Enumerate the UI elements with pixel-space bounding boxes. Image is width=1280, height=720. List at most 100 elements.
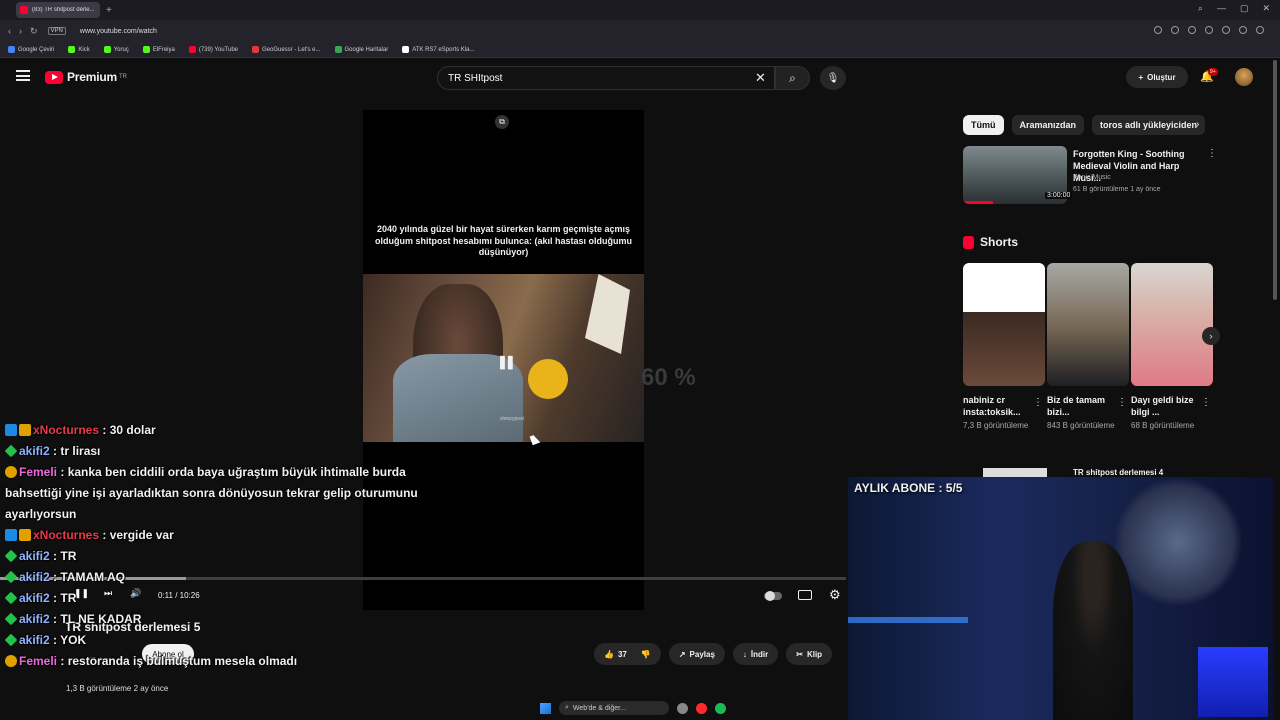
- bookmark-item[interactable]: ElFreiya: [142, 46, 175, 53]
- filter-chips: Tümü Aramanızdan toros adlı yükleyiciden: [963, 115, 1206, 135]
- pause-overlay-icon[interactable]: ❚❚: [497, 354, 516, 370]
- more-options-icon[interactable]: ⋮: [1207, 148, 1217, 159]
- window-controls: ⌕ — ▢ ✕: [1198, 3, 1270, 14]
- more-options-icon[interactable]: ⋮: [1033, 397, 1043, 408]
- bookmark-item[interactable]: ATK RS7 eSports Kla...: [402, 46, 474, 53]
- vpn-badge[interactable]: VPN: [47, 27, 66, 35]
- clip-button[interactable]: ✂ Klip: [786, 643, 833, 665]
- share-label: Paylaş: [689, 649, 715, 659]
- create-button[interactable]: + Oluştur: [1126, 66, 1188, 88]
- chat-badge-icon: [5, 655, 17, 667]
- settings-gear-icon[interactable]: ⚙: [829, 587, 841, 603]
- share-button[interactable]: ↗ Paylaş: [668, 643, 725, 665]
- close-window-icon[interactable]: ✕: [1262, 3, 1270, 14]
- shorts-next-icon[interactable]: ›: [1202, 327, 1220, 345]
- opera-browser-icon[interactable]: [696, 702, 707, 714]
- download-label: İndir: [750, 649, 769, 659]
- chat-username: akifi2: [19, 612, 50, 626]
- zoom-icon[interactable]: [1154, 26, 1162, 34]
- settings-app-icon[interactable]: [677, 702, 688, 714]
- filter-chip[interactable]: Aramanızdan: [1011, 115, 1085, 135]
- chat-text: TAMAM AQ: [60, 570, 126, 584]
- minimize-icon[interactable]: —: [1217, 3, 1226, 14]
- bookmark-item[interactable]: Google Çeviri: [8, 46, 54, 53]
- bookmark-favicon-icon: [68, 46, 76, 53]
- windows-start-icon[interactable]: [540, 702, 551, 714]
- scissors-icon: ✂: [796, 649, 803, 659]
- chat-username: Femeli: [19, 465, 58, 479]
- user-avatar[interactable]: [1235, 68, 1253, 86]
- chat-username: akifi2: [19, 444, 50, 458]
- chat-separator: :: [49, 549, 61, 563]
- download-icon[interactable]: [1239, 26, 1247, 34]
- download-button[interactable]: ↓ İndir: [732, 643, 779, 665]
- search-button[interactable]: ⌕: [775, 66, 810, 90]
- chat-username: xNocturnes: [33, 528, 100, 542]
- bookmark-favicon-icon: [334, 46, 342, 53]
- bookmark-item[interactable]: Yoruç: [103, 46, 129, 53]
- subtitles-icon[interactable]: [798, 590, 812, 600]
- chat-message: akifi2 : TL NE KADAR: [4, 609, 465, 630]
- bookmark-label: Yoruç: [113, 46, 129, 53]
- chips-next-icon[interactable]: ›: [1196, 119, 1199, 130]
- youtube-favicon-icon: [20, 6, 28, 14]
- chat-text: tr lirası: [60, 444, 101, 458]
- search-tabs-icon[interactable]: ⌕: [1198, 3, 1203, 14]
- short-item[interactable]: nabiniz cr insta:toksik... 7,3 B görüntül…: [963, 263, 1045, 432]
- heart-icon[interactable]: [1222, 26, 1230, 34]
- search-box: [437, 66, 775, 90]
- menu-icon[interactable]: [1256, 26, 1264, 34]
- share-arrow-icon: ↗: [678, 649, 686, 659]
- recommended-meta: 61 B görüntüleme 1 ay önce: [1073, 186, 1161, 193]
- spotify-icon[interactable]: [715, 702, 726, 714]
- short-item[interactable]: Dayı geldi bize bilgi ... 68 B görüntülem…: [1131, 263, 1213, 432]
- short-views: 68 B görüntüleme: [1131, 421, 1195, 430]
- chat-username: Femeli: [19, 654, 58, 668]
- bookmark-item[interactable]: GeoGuessr - Let's e...: [252, 46, 321, 53]
- bookmark-item[interactable]: Google Haritalar: [334, 46, 388, 53]
- short-thumbnail: [1131, 263, 1213, 386]
- voice-search-icon[interactable]: 🎙: [820, 66, 846, 90]
- bookmark-favicon-icon: [103, 46, 111, 53]
- shield-icon[interactable]: [1205, 26, 1213, 34]
- chat-text: TR: [60, 549, 77, 563]
- autoplay-toggle[interactable]: [764, 591, 782, 601]
- more-options-icon[interactable]: ⋮: [1201, 397, 1211, 408]
- youtube-premium-logo[interactable]: Premium TR: [45, 70, 127, 84]
- search-input[interactable]: [438, 67, 738, 89]
- new-tab-icon[interactable]: +: [106, 5, 112, 16]
- streamer-figure: [1053, 542, 1133, 720]
- country-code: TR: [118, 74, 127, 80]
- bookmark-label: Google Çeviri: [18, 46, 55, 53]
- url-field[interactable]: www.youtube.com/watch: [80, 28, 157, 35]
- page-scrollbar[interactable]: [1273, 60, 1277, 300]
- recommended-channel: Panic Music: [1073, 174, 1111, 181]
- browser-tab[interactable]: (83) TR shitpost derle...: [16, 2, 100, 18]
- bookmark-item[interactable]: (739) YouTube: [188, 46, 238, 53]
- more-options-icon[interactable]: ⋮: [1117, 397, 1127, 408]
- short-views: 7,3 B görüntüleme: [963, 421, 1029, 430]
- reload-icon[interactable]: ↻: [30, 26, 38, 37]
- watch-progress: [963, 201, 993, 204]
- filter-chip[interactable]: toros adlı yükleyiciden: [1092, 115, 1206, 135]
- share-icon[interactable]: [1171, 26, 1179, 34]
- chat-text: 30 dolar: [109, 423, 156, 437]
- recommended-video[interactable]: 3:00:00 Forgotten King - Soothing Mediev…: [963, 146, 1217, 206]
- back-icon[interactable]: ‹: [8, 26, 11, 36]
- miniplayer-icon[interactable]: ⧉: [495, 115, 509, 129]
- filter-chip[interactable]: Tümü: [963, 115, 1004, 135]
- bookmark-label: (739) YouTube: [198, 46, 238, 53]
- bookmark-item[interactable]: Kick: [68, 46, 90, 53]
- like-button[interactable]: 👍 37 👎: [594, 643, 661, 665]
- clear-search-icon[interactable]: ✕: [755, 70, 766, 86]
- short-item[interactable]: Biz de tamam bizi... 843 B görüntüleme ⋮: [1047, 263, 1129, 432]
- forward-icon[interactable]: ›: [19, 26, 22, 36]
- chat-badge-icon: [19, 424, 31, 436]
- thumbs-down-icon[interactable]: 👎: [641, 650, 651, 659]
- camera-icon[interactable]: [1188, 26, 1196, 34]
- hamburger-menu-icon[interactable]: [16, 70, 30, 81]
- bookmark-label: GeoGuessr - Let's e...: [262, 46, 321, 53]
- chat-badge-icon: [4, 633, 18, 647]
- maximize-icon[interactable]: ▢: [1240, 3, 1249, 14]
- taskbar-search[interactable]: ⌕ Web'de & diğer...: [559, 701, 669, 715]
